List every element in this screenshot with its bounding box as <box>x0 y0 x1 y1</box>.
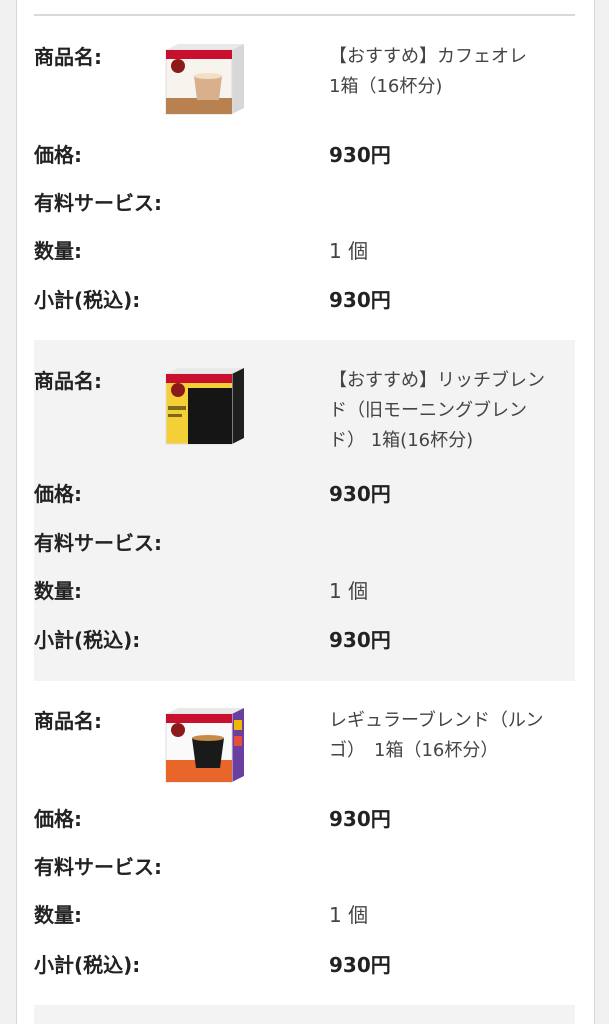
cart-item-2: 商品名: 【おすすめ】リッチブレンド（旧モーニングブレンド） 1箱(16杯分) … <box>34 340 575 681</box>
service-label: 有料サービス: <box>34 855 162 879</box>
quantity-value: 1 個 <box>329 579 369 603</box>
subtotal-label: 小計(税込): <box>34 628 141 652</box>
price-value: 930円 <box>329 807 391 831</box>
quantity-label: 数量: <box>34 239 82 263</box>
cart-item-3: 商品名: レギュラーブレンド（ルンゴ） 1箱（16杯分） 価格: 930円 有料… <box>34 692 575 992</box>
product-name: 【おすすめ】カフェオレ 1箱（16杯分) <box>329 46 545 97</box>
subtotal-value: 930円 <box>329 628 391 652</box>
product-name-label: 商品名: <box>34 369 102 393</box>
quantity-label: 数量: <box>34 579 82 603</box>
price-label: 価格: <box>34 807 82 831</box>
price-label: 価格: <box>34 482 82 506</box>
quantity-value: 1 個 <box>329 239 369 263</box>
product-name-label: 商品名: <box>34 45 102 69</box>
subtotal-value: 930円 <box>329 288 391 312</box>
price-value: 930円 <box>329 143 391 167</box>
quantity-value: 1 個 <box>329 903 369 927</box>
price-value: 930円 <box>329 482 391 506</box>
product-name: レギュラーブレンド（ルンゴ） 1箱（16杯分） <box>329 710 544 761</box>
cart-item-1: 商品名: 【おすすめ】カフェオレ 1箱（16杯分) 価格: 930円 有料サービ… <box>34 28 575 328</box>
product-name-label: 商品名: <box>34 709 102 733</box>
subtotal-value: 930円 <box>329 953 391 977</box>
service-label: 有料サービス: <box>34 531 162 555</box>
service-label: 有料サービス: <box>34 191 162 215</box>
product-image-regular-blend-lungo[interactable] <box>164 706 246 784</box>
next-item-edge <box>34 1005 575 1024</box>
product-name: 【おすすめ】リッチブレンド（旧モーニングブレンド） 1箱(16杯分) <box>329 370 545 451</box>
subtotal-label: 小計(税込): <box>34 288 141 312</box>
quantity-label: 数量: <box>34 903 82 927</box>
divider <box>34 14 575 16</box>
product-image-rich-blend[interactable] <box>164 366 246 446</box>
price-label: 価格: <box>34 143 82 167</box>
product-image-cafe-au-lait[interactable] <box>164 42 246 116</box>
subtotal-label: 小計(税込): <box>34 953 141 977</box>
